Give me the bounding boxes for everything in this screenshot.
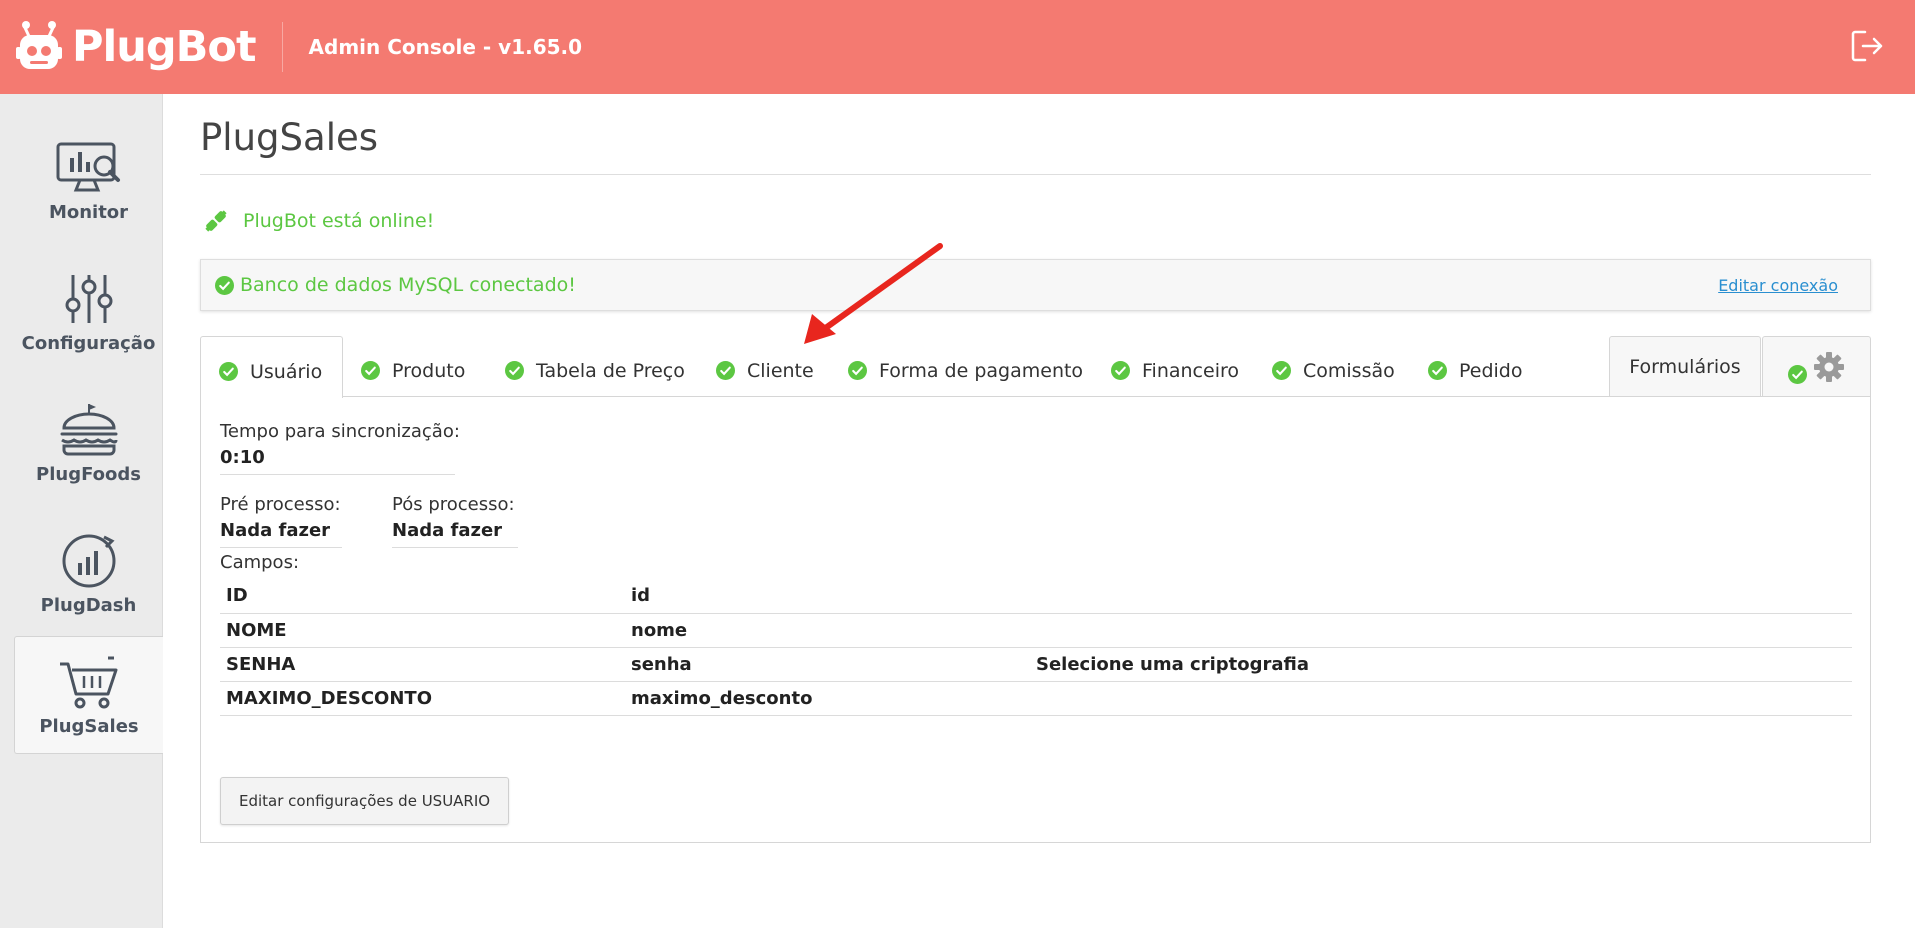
campos-table: ID id NOME nome SENHA senha Selecione um… [220, 579, 1852, 716]
sidebar-label-plugdash: PlugDash [40, 594, 137, 616]
tab-comissao[interactable]: Comissão [1272, 336, 1395, 397]
tab-financeiro[interactable]: Financeiro [1111, 336, 1239, 397]
tab-label: Cliente [747, 359, 814, 382]
table-row: MAXIMO_DESCONTO maximo_desconto [220, 681, 1852, 716]
check-circle-icon [505, 361, 524, 380]
table-row: SENHA senha Selecione uma criptografia [220, 647, 1852, 682]
check-circle-icon [219, 362, 238, 381]
online-status: PlugBot está online! [203, 208, 1871, 234]
tab-cliente[interactable]: Cliente [716, 336, 814, 397]
monitor-chart-icon [56, 142, 120, 191]
burger-icon [60, 403, 117, 455]
sync-label: Tempo para sincronização: [220, 421, 460, 442]
edit-connection-link[interactable]: Editar conexão [1718, 276, 1838, 295]
field-column: senha [625, 647, 1030, 682]
table-row: NOME nome [220, 613, 1852, 648]
tab-label: Pedido [1459, 359, 1523, 382]
check-circle-icon [1111, 361, 1130, 380]
tab-label: Forma de pagamento [879, 359, 1084, 382]
field-column: nome [625, 613, 1030, 648]
field-name: ID [220, 579, 625, 614]
field-column: id [625, 579, 1030, 614]
sidebar-item-monitor[interactable]: Monitor [14, 122, 163, 240]
sidebar-label-configuracao: Configuração [21, 332, 156, 354]
field-extra [1030, 579, 1852, 614]
field-name: NOME [220, 613, 625, 648]
tab-label: Comissão [1303, 359, 1395, 382]
sidebar-label-plugsales: PlugSales [39, 715, 139, 737]
tab-label: Financeiro [1142, 359, 1239, 382]
field-name: MAXIMO_DESCONTO [220, 681, 625, 716]
pre-process-value: Nada fazer [220, 520, 342, 548]
sidebar-item-plugfoods[interactable]: PlugFoods [14, 384, 163, 502]
tab-settings[interactable] [1762, 336, 1871, 397]
edit-usuario-config-button[interactable]: Editar configurações de USUARIO [220, 777, 510, 825]
sidebar-item-plugdash[interactable]: PlugDash [14, 515, 163, 633]
tab-forma-de-pagamento[interactable]: Forma de pagamento [848, 336, 1083, 397]
check-circle-icon [361, 361, 380, 380]
tab-label: Formulários [1629, 356, 1741, 378]
page-title: PlugSales [200, 94, 1871, 175]
tab-label: Tabela de Preço [536, 359, 685, 382]
db-status-text: Banco de dados MySQL conectado! [240, 274, 576, 296]
pos-process-label: Pós processo: [392, 494, 515, 515]
pos-process-value: Nada fazer [392, 520, 518, 548]
sidebar: Monitor Configuração PlugFoods PlugDash … [0, 94, 163, 928]
logout-icon[interactable] [1849, 28, 1885, 64]
field-extra [1030, 681, 1852, 716]
db-status-bar: Banco de dados MySQL conectado! Editar c… [200, 259, 1871, 311]
pre-process-label: Pré processo: [220, 494, 341, 515]
tab-produto[interactable]: Produto [361, 336, 465, 397]
sidebar-label-plugfoods: PlugFoods [36, 463, 141, 485]
console-title: Admin Console - v1.65.0 [308, 35, 583, 59]
app-name: PlugBot [72, 22, 257, 72]
sidebar-item-configuracao[interactable]: Configuração [14, 253, 163, 371]
table-row: ID id [220, 579, 1852, 614]
gear-icon [1814, 352, 1844, 382]
tab-usuario[interactable]: Usuário [200, 336, 344, 398]
top-header: PlugBot Admin Console - v1.65.0 [0, 0, 1915, 94]
app-logo[interactable]: PlugBot [16, 19, 257, 75]
main-content: PlugSales PlugBot está online! Banco de … [200, 94, 1871, 843]
tab-label: Usuário [250, 360, 323, 383]
tab-formularios[interactable]: Formulários [1609, 336, 1761, 397]
plug-connected-icon [205, 210, 227, 232]
sidebar-label-monitor: Monitor [48, 201, 129, 223]
field-column: maximo_desconto [625, 681, 1030, 716]
tab-bar: Usuário Produto Tabela de Preço Cliente … [200, 336, 1871, 398]
robot-logo-icon [16, 21, 62, 69]
tab-tabela-de-preco[interactable]: Tabela de Preço [505, 336, 685, 397]
tab-label: Produto [392, 359, 466, 382]
field-extra [1030, 613, 1852, 648]
check-circle-icon [716, 361, 735, 380]
check-circle-icon [1272, 361, 1291, 380]
check-circle-icon [215, 275, 234, 295]
field-extra[interactable]: Selecione uma criptografia [1030, 647, 1852, 682]
shopping-cart-icon [60, 656, 118, 708]
online-status-text: PlugBot está online! [243, 210, 435, 232]
tab-pedido[interactable]: Pedido [1428, 336, 1523, 397]
check-circle-icon [1428, 361, 1447, 380]
field-name: SENHA [220, 647, 625, 682]
dashboard-chart-icon [62, 534, 115, 587]
sliders-icon [65, 274, 112, 323]
check-circle-icon [848, 361, 867, 380]
sync-value: 0:10 [220, 447, 455, 475]
check-circle-icon [1788, 364, 1807, 384]
header-divider [281, 22, 283, 72]
tab-panel-usuario: Tempo para sincronização: 0:10 Pré proce… [200, 396, 1871, 843]
sidebar-item-plugsales[interactable]: PlugSales [14, 636, 163, 754]
campos-label: Campos: [220, 552, 300, 573]
